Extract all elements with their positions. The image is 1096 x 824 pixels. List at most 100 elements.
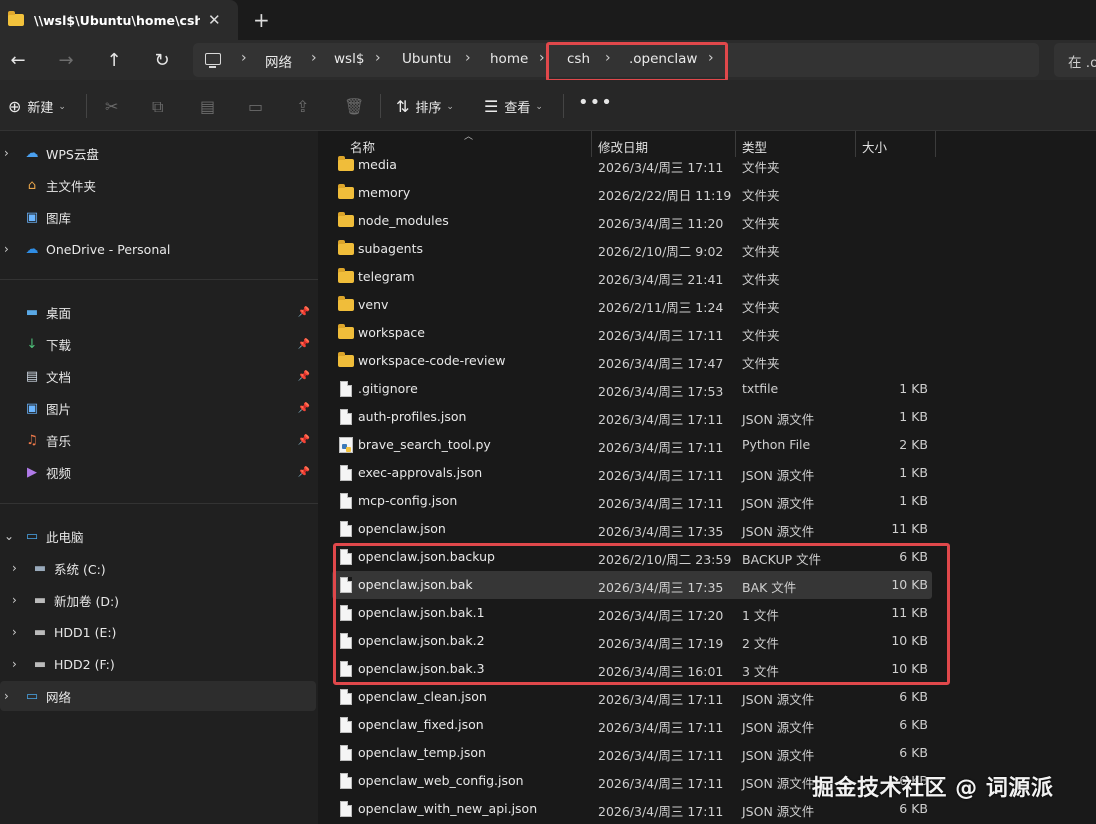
- view-label: 查看: [504, 101, 531, 116]
- file-row[interactable]: openclaw_clean.json 2026/3/4/周三 17:11 JSON…: [332, 683, 932, 711]
- file-row[interactable]: openclaw.json 2026/3/4/周三 17:35 JSON 源文件 11…: [332, 515, 932, 543]
- drive-icon: ▬: [33, 624, 47, 640]
- address-bar[interactable]: › 网络 › wsl$ › Ubuntu › home › csh › .ope…: [193, 42, 1039, 82]
- new-tab-button[interactable]: +: [253, 8, 270, 32]
- sidebar-item-network[interactable]: › ▭ 网络: [0, 681, 316, 711]
- file-row[interactable]: workspace-code-review 2026/3/4/周三 17:47 文件…: [332, 347, 932, 375]
- sidebar-item-videos[interactable]: ▶ 视频 📌: [0, 457, 316, 487]
- file-size: 6 KB: [899, 801, 928, 816]
- breadcrumb-separator[interactable]: ›: [539, 50, 545, 66]
- expand-icon[interactable]: ›: [4, 242, 9, 256]
- breadcrumb-home[interactable]: home: [490, 51, 528, 67]
- file-row[interactable]: media 2026/3/4/周三 17:11 文件夹: [332, 151, 932, 179]
- navigation-bar: ← → ↑ ↻ › 网络 › wsl$ › Ubuntu › home › cs…: [0, 40, 1096, 82]
- breadcrumb-separator[interactable]: ›: [375, 50, 381, 66]
- breadcrumb-separator[interactable]: ›: [241, 50, 247, 66]
- file-type: 文件夹: [742, 300, 780, 315]
- sidebar-item-label: 此电脑: [46, 529, 84, 545]
- sidebar-item-downloads[interactable]: ↓ 下载 📌: [0, 329, 316, 359]
- breadcrumb-network[interactable]: 网络: [265, 51, 292, 71]
- file-type: 文件夹: [742, 328, 780, 343]
- file-row[interactable]: brave_search_tool.py 2026/3/4/周三 17:11 Pyt…: [332, 431, 932, 459]
- pin-icon[interactable]: 📌: [298, 371, 310, 382]
- copy-icon[interactable]: ⧉: [152, 97, 163, 117]
- sidebar-item-drive-d[interactable]: › ▬ 新加卷 (D:): [0, 585, 316, 615]
- pin-icon[interactable]: 📌: [298, 307, 310, 318]
- expand-icon[interactable]: ›: [4, 689, 9, 703]
- file-row[interactable]: workspace 2026/3/4/周三 17:11 文件夹: [332, 319, 932, 347]
- file-row[interactable]: venv 2026/2/11/周三 1:24 文件夹: [332, 291, 932, 319]
- sidebar-item-pictures[interactable]: ▣ 图片 📌: [0, 393, 316, 423]
- active-tab[interactable]: \\wsl$\Ubuntu\home\csh\.openclaw ✕: [0, 0, 238, 40]
- file-row[interactable]: subagents 2026/2/10/周二 9:02 文件夹: [332, 235, 932, 263]
- up-button[interactable]: ↑: [102, 48, 126, 72]
- sidebar-item-home[interactable]: ⌂ 主文件夹: [0, 170, 316, 200]
- expand-icon[interactable]: ›: [12, 657, 17, 671]
- pin-icon[interactable]: 📌: [298, 467, 310, 478]
- breadcrumb-ubuntu[interactable]: Ubuntu: [402, 51, 451, 67]
- new-button[interactable]: ⊕ 新建 ⌄: [8, 97, 66, 116]
- sidebar-item-this-pc[interactable]: ⌄ ▭ 此电脑: [0, 521, 316, 551]
- delete-icon[interactable]: 🗑: [344, 97, 364, 116]
- file-row[interactable]: node_modules 2026/3/4/周三 11:20 文件夹: [332, 207, 932, 235]
- breadcrumb-separator[interactable]: ›: [465, 50, 471, 66]
- sidebar-item-documents[interactable]: ▤ 文档 📌: [0, 361, 316, 391]
- file-type: JSON 源文件: [742, 468, 815, 483]
- plus-circle-icon: ⊕: [8, 97, 22, 116]
- cut-icon[interactable]: ✂: [105, 97, 118, 116]
- file-row[interactable]: mcp-config.json 2026/3/4/周三 17:11 JSON 源文件…: [332, 487, 932, 515]
- paste-icon[interactable]: ▤: [200, 97, 215, 116]
- sidebar-item-drive-c[interactable]: › ▬ 系统 (C:): [0, 553, 316, 583]
- chevron-down-icon: ⌄: [446, 101, 454, 112]
- forward-button[interactable]: →: [54, 48, 78, 72]
- file-type: JSON 源文件: [742, 496, 815, 511]
- pin-icon[interactable]: 📌: [298, 403, 310, 414]
- file-name: subagents: [358, 241, 423, 256]
- file-type: JSON 源文件: [742, 720, 815, 735]
- this-pc-icon[interactable]: [205, 53, 221, 68]
- rename-icon[interactable]: ▭: [248, 97, 263, 116]
- file-row[interactable]: openclaw_temp.json 2026/3/4/周三 17:11 JSON …: [332, 739, 932, 767]
- collapse-icon[interactable]: ⌄: [4, 529, 14, 543]
- sidebar-item-label: 图片: [46, 401, 72, 417]
- sidebar-item-music[interactable]: ♫ 音乐 📌: [0, 425, 316, 455]
- file-name: venv: [358, 297, 389, 312]
- expand-icon[interactable]: ›: [12, 561, 17, 575]
- file-row[interactable]: telegram 2026/3/4/周三 21:41 文件夹: [332, 263, 932, 291]
- sidebar-item-onedrive[interactable]: › ☁ OneDrive - Personal: [0, 234, 316, 264]
- expand-icon[interactable]: ›: [4, 146, 9, 160]
- folder-icon: [338, 268, 354, 283]
- column-divider[interactable]: [935, 131, 936, 157]
- share-icon[interactable]: ⇪: [296, 97, 309, 116]
- refresh-button[interactable]: ↻: [150, 48, 174, 72]
- backup-files-highlight-box: [333, 543, 950, 685]
- pin-icon[interactable]: 📌: [298, 339, 310, 350]
- expand-icon[interactable]: ›: [12, 593, 17, 607]
- file-icon: [338, 745, 352, 761]
- breadcrumb-separator[interactable]: ›: [311, 50, 317, 66]
- sidebar-item-label: 网络: [46, 689, 72, 705]
- file-row[interactable]: exec-approvals.json 2026/3/4/周三 17:11 JSON…: [332, 459, 932, 487]
- file-row[interactable]: memory 2026/2/22/周日 11:19 文件夹: [332, 179, 932, 207]
- pin-icon[interactable]: 📌: [298, 435, 310, 446]
- view-button[interactable]: ☰ 查看 ⌄: [484, 97, 543, 116]
- sidebar-item-drive-e[interactable]: › ▬ HDD1 (E:): [0, 617, 316, 647]
- more-options-button[interactable]: •••: [578, 92, 613, 113]
- file-row[interactable]: auth-profiles.json 2026/3/4/周三 17:11 JSON …: [332, 403, 932, 431]
- sidebar-item-desktop[interactable]: ▬ 桌面 📌: [0, 297, 316, 327]
- file-row[interactable]: openclaw_fixed.json 2026/3/4/周三 17:11 JSON…: [332, 711, 932, 739]
- file-row[interactable]: .gitignore 2026/3/4/周三 17:53 txtfile 1 KB: [332, 375, 932, 403]
- sidebar-item-gallery[interactable]: ▣ 图库: [0, 202, 316, 232]
- file-date: 2026/2/10/周二 9:02: [598, 244, 724, 259]
- breadcrumb-wsl[interactable]: wsl$: [334, 51, 364, 67]
- file-date: 2026/3/4/周三 17:11: [598, 440, 724, 455]
- back-button[interactable]: ←: [6, 48, 30, 72]
- sidebar-item-wps-cloud[interactable]: › ☁ WPS云盘: [0, 138, 316, 168]
- file-name: workspace: [358, 325, 425, 340]
- sidebar-item-drive-f[interactable]: › ▬ HDD2 (F:): [0, 649, 316, 679]
- search-input[interactable]: 在 .o: [1054, 43, 1096, 77]
- sort-button[interactable]: ⇅ 排序 ⌄: [396, 97, 454, 116]
- expand-icon[interactable]: ›: [12, 625, 17, 639]
- chevron-down-icon: ⌄: [535, 101, 543, 112]
- close-tab-icon[interactable]: ✕: [208, 11, 221, 29]
